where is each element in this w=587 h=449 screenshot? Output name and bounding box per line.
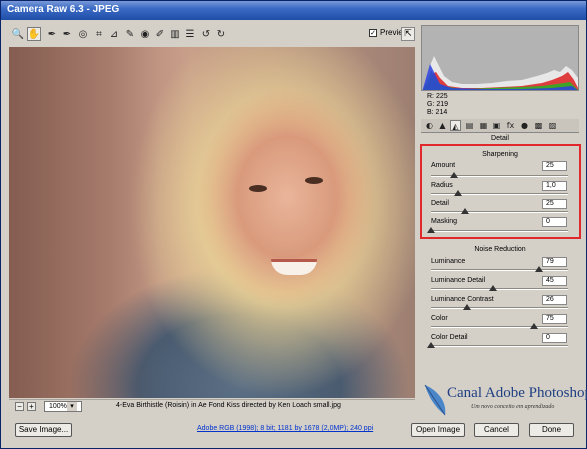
detail-slider[interactable] [431, 208, 568, 214]
detail-thumb[interactable] [461, 208, 470, 214]
rotate-left-icon[interactable]: ↺ [199, 27, 213, 41]
luminance-thumb[interactable] [535, 266, 544, 272]
color-detail-label: Color Detail [431, 334, 468, 341]
readout-g: G: 219 [427, 101, 449, 108]
luminance-contrast-value[interactable]: 26 [542, 295, 567, 305]
tool-bar: 🔍 ✋ ✒ ✒ ◎ ⌗ ⊿ ✎ ◉ ✐ ▥ ☰ ↺ ↻ ✓ Preview ⇱ [9, 25, 415, 45]
tab-split-toning-icon[interactable]: ▦ [478, 120, 489, 131]
done-button[interactable]: Done [529, 423, 574, 437]
color-detail-value[interactable]: 0 [542, 333, 567, 343]
image-smile [271, 259, 317, 275]
tab-basic-icon[interactable]: ◐ [424, 120, 435, 131]
image-preview[interactable] [9, 47, 415, 398]
crop-tool-icon[interactable]: ⌗ [92, 27, 106, 41]
rotate-right-icon[interactable]: ↻ [214, 27, 228, 41]
bottom-bar: Save Image... Adobe RGB (1998); 8 bit; 1… [1, 418, 586, 448]
luminance-slider[interactable] [431, 266, 568, 272]
luminance-contrast-slider[interactable] [431, 304, 568, 310]
amount-slider[interactable] [431, 172, 568, 178]
tab-snapshots-icon[interactable]: ▨ [547, 120, 558, 131]
amount-thumb[interactable] [450, 172, 459, 178]
color-detail-slider[interactable] [427, 342, 568, 348]
rgb-readout: R: 225 G: 219 B: 214 [421, 93, 579, 117]
adjustment-brush-icon[interactable]: ✐ [153, 27, 167, 41]
luminance-contrast-thumb[interactable] [462, 304, 471, 310]
luminance-detail-value[interactable]: 45 [542, 276, 567, 286]
radius-slider[interactable] [431, 190, 568, 196]
histogram [421, 25, 579, 91]
white-balance-tool-icon[interactable]: ✒ [45, 27, 59, 41]
red-eye-tool-icon[interactable]: ◉ [138, 27, 152, 41]
luminance-detail-slider[interactable] [431, 285, 568, 291]
luminance-label: Luminance [431, 258, 466, 265]
watermark-title: Canal Adobe Photoshop [447, 385, 587, 401]
noise-reduction-title: Noise Reduction [474, 246, 526, 253]
hand-tool-icon[interactable]: ✋ [27, 27, 41, 41]
zoom-in-button[interactable]: + [27, 402, 36, 411]
color-sampler-tool-icon[interactable]: ✒ [60, 27, 74, 41]
luminance-detail-thumb[interactable] [488, 285, 497, 291]
image-shading [9, 47, 159, 398]
luminance-contrast-label: Luminance Contrast [431, 296, 494, 303]
preferences-icon[interactable]: ☰ [183, 27, 197, 41]
tab-lens-corrections-icon[interactable]: ▣ [491, 120, 502, 131]
tab-effects-icon[interactable]: fx [505, 120, 516, 131]
masking-slider[interactable] [427, 227, 568, 233]
zoom-dropdown-icon[interactable]: ▾ [67, 402, 77, 411]
masking-thumb[interactable] [427, 227, 435, 233]
targeted-adjustment-tool-icon[interactable]: ◎ [76, 27, 90, 41]
straighten-tool-icon[interactable]: ⊿ [107, 27, 121, 41]
tab-detail-icon[interactable]: ◭ [450, 120, 461, 131]
zoom-out-button[interactable]: − [15, 402, 24, 411]
tab-tone-curve-icon[interactable]: ▲ [437, 120, 448, 131]
graduated-filter-icon[interactable]: ▥ [168, 27, 182, 41]
preview-checkbox[interactable]: ✓ [369, 29, 377, 37]
watermark-tagline: Um novo conceito em aprendizado [471, 404, 555, 410]
radius-value[interactable]: 1,0 [542, 181, 567, 191]
save-image-button[interactable]: Save Image... [15, 423, 72, 437]
window-title: Camera Raw 6.3 - JPEG [7, 4, 120, 15]
color-label: Color [431, 315, 448, 322]
luminance-value[interactable]: 79 [542, 257, 567, 267]
detail-label: Detail [431, 200, 449, 207]
amount-value[interactable]: 25 [542, 161, 567, 171]
watermark-logo: Canal Adobe Photoshop Um novo conceito e… [419, 381, 587, 417]
title-bar: Camera Raw 6.3 - JPEG [1, 1, 586, 20]
image-eye-right [305, 177, 323, 184]
color-slider[interactable] [431, 323, 568, 329]
zoom-tool-icon[interactable]: 🔍 [11, 27, 25, 41]
panel-tabs: ◐ ▲ ◭ ▤ ▦ ▣ fx ● ▩ ▨ [421, 119, 579, 133]
radius-label: Radius [431, 182, 453, 189]
tab-camera-calibration-icon[interactable]: ● [519, 120, 530, 131]
filename-label: 4-Eva Birthistle (Roisin) in Ae Fond Kis… [116, 402, 341, 409]
amount-label: Amount [431, 162, 456, 169]
tab-presets-icon[interactable]: ▩ [533, 120, 544, 131]
workflow-options-link[interactable]: Adobe RGB (1998); 8 bit; 1181 by 1678 (2… [197, 425, 373, 432]
cancel-button[interactable]: Cancel [474, 423, 519, 437]
luminance-detail-label: Luminance Detail [431, 277, 486, 284]
color-value[interactable]: 75 [542, 314, 567, 324]
fullscreen-toggle-icon[interactable]: ⇱ [401, 27, 415, 41]
spot-removal-tool-icon[interactable]: ✎ [123, 27, 137, 41]
tab-hsl-icon[interactable]: ▤ [464, 120, 475, 131]
readout-b: B: 214 [427, 109, 448, 116]
color-thumb[interactable] [529, 323, 538, 329]
readout-r: R: 225 [427, 93, 448, 100]
detail-value[interactable]: 25 [542, 199, 567, 209]
masking-value[interactable]: 0 [542, 217, 567, 227]
histogram-graph [422, 26, 578, 90]
status-bar: − + 100% ▾ 4-Eva Birthistle (Roisin) in … [9, 399, 415, 413]
color-detail-thumb[interactable] [427, 342, 435, 348]
image-eye-left [249, 185, 267, 192]
radius-thumb[interactable] [454, 190, 463, 196]
camera-raw-window: Camera Raw 6.3 - JPEG 🔍 ✋ ✒ ✒ ◎ ⌗ ⊿ ✎ ◉ … [0, 0, 587, 449]
sharpening-title: Sharpening [482, 151, 518, 158]
open-image-button[interactable]: Open Image [411, 423, 465, 437]
masking-label: Masking [431, 218, 458, 225]
